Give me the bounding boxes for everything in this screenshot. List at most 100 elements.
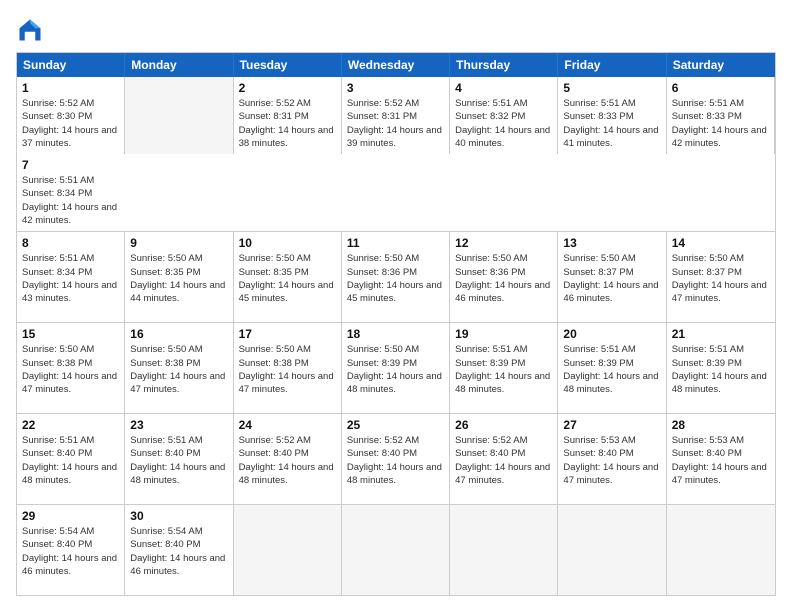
col-header-tuesday: Tuesday xyxy=(234,53,342,77)
day-info: Sunrise: 5:51 AMSunset: 8:32 PMDaylight:… xyxy=(455,97,552,150)
calendar-cell-empty-3-3 xyxy=(342,505,450,595)
day-number: 3 xyxy=(347,81,444,95)
calendar-cell-7: 7 Sunrise: 5:51 AMSunset: 8:34 PMDaylight… xyxy=(17,154,125,231)
calendar-cell-14: 14 Sunrise: 5:50 AMSunset: 8:37 PMDayligh… xyxy=(667,232,775,322)
day-number: 18 xyxy=(347,327,444,341)
calendar-cell-24: 24Sunrise: 5:52 AMSunset: 8:40 PMDayligh… xyxy=(234,414,342,504)
calendar-cell-3: 3 Sunrise: 5:52 AMSunset: 8:31 PMDaylight… xyxy=(342,77,450,154)
day-info: Sunrise: 5:52 AMSunset: 8:40 PMDaylight:… xyxy=(455,434,552,487)
day-number: 30 xyxy=(130,509,227,523)
day-info: Sunrise: 5:50 AMSunset: 8:37 PMDaylight:… xyxy=(672,252,770,305)
day-info: Sunrise: 5:51 AMSunset: 8:33 PMDaylight:… xyxy=(563,97,660,150)
day-number: 13 xyxy=(563,236,660,250)
day-number: 16 xyxy=(130,327,227,341)
day-number: 10 xyxy=(239,236,336,250)
day-info: Sunrise: 5:50 AMSunset: 8:39 PMDaylight:… xyxy=(347,343,444,396)
calendar-cell-15: 15 Sunrise: 5:50 AMSunset: 8:38 PMDayligh… xyxy=(17,323,125,413)
day-info: Sunrise: 5:51 AMSunset: 8:40 PMDaylight:… xyxy=(130,434,227,487)
logo xyxy=(16,16,48,44)
day-info: Sunrise: 5:51 AMSunset: 8:34 PMDaylight:… xyxy=(22,174,120,227)
calendar-cell-4: 4 Sunrise: 5:51 AMSunset: 8:32 PMDaylight… xyxy=(450,77,558,154)
day-info: Sunrise: 5:51 AMSunset: 8:39 PMDaylight:… xyxy=(455,343,552,396)
calendar-cell-18: 18 Sunrise: 5:50 AMSunset: 8:39 PMDayligh… xyxy=(342,323,450,413)
calendar-row-week2: 15 Sunrise: 5:50 AMSunset: 8:38 PMDayligh… xyxy=(17,323,775,414)
calendar-cell-16: 16 Sunrise: 5:50 AMSunset: 8:38 PMDayligh… xyxy=(125,323,233,413)
day-info: Sunrise: 5:52 AMSunset: 8:31 PMDaylight:… xyxy=(347,97,444,150)
day-info: Sunrise: 5:54 AMSunset: 8:40 PMDaylight:… xyxy=(22,525,119,578)
col-header-sunday: Sunday xyxy=(17,53,125,77)
calendar-cell-10: 10 Sunrise: 5:50 AMSunset: 8:35 PMDayligh… xyxy=(234,232,342,322)
calendar-cell-8: 8 Sunrise: 5:51 AMSunset: 8:34 PMDaylight… xyxy=(17,232,125,322)
calendar-cell-2: 2 Sunrise: 5:52 AMSunset: 8:31 PMDaylight… xyxy=(234,77,342,154)
calendar-cell-empty-3-2 xyxy=(234,505,342,595)
day-info: Sunrise: 5:50 AMSunset: 8:38 PMDaylight:… xyxy=(22,343,119,396)
day-info: Sunrise: 5:54 AMSunset: 8:40 PMDaylight:… xyxy=(130,525,227,578)
day-number: 21 xyxy=(672,327,770,341)
calendar-cell-empty-3-6 xyxy=(667,505,775,595)
calendar-cell-empty-0 xyxy=(125,77,233,154)
calendar-cell-17: 17Sunrise: 5:50 AMSunset: 8:38 PMDayligh… xyxy=(234,323,342,413)
calendar-row-week4: 29 Sunrise: 5:54 AMSunset: 8:40 PMDayligh… xyxy=(17,505,775,595)
calendar-cell-9: 9 Sunrise: 5:50 AMSunset: 8:35 PMDaylight… xyxy=(125,232,233,322)
calendar-cell-empty-3-5 xyxy=(558,505,666,595)
day-number: 12 xyxy=(455,236,552,250)
day-number: 4 xyxy=(455,81,552,95)
day-number: 5 xyxy=(563,81,660,95)
calendar-cell-1: 1 Sunrise: 5:52 AMSunset: 8:30 PMDaylight… xyxy=(17,77,125,154)
calendar-body: 1 Sunrise: 5:52 AMSunset: 8:30 PMDaylight… xyxy=(17,77,775,595)
calendar-page: SundayMondayTuesdayWednesdayThursdayFrid… xyxy=(0,0,792,612)
calendar-cell-30: 30 Sunrise: 5:54 AMSunset: 8:40 PMDayligh… xyxy=(125,505,233,595)
calendar-cell-23: 23 Sunrise: 5:51 AMSunset: 8:40 PMDayligh… xyxy=(125,414,233,504)
calendar-cell-5: 5 Sunrise: 5:51 AMSunset: 8:33 PMDaylight… xyxy=(558,77,666,154)
col-header-friday: Friday xyxy=(558,53,666,77)
day-info: Sunrise: 5:50 AMSunset: 8:36 PMDaylight:… xyxy=(347,252,444,305)
col-header-saturday: Saturday xyxy=(667,53,775,77)
day-number: 23 xyxy=(130,418,227,432)
day-number: 26 xyxy=(455,418,552,432)
col-header-wednesday: Wednesday xyxy=(342,53,450,77)
day-info: Sunrise: 5:51 AMSunset: 8:39 PMDaylight:… xyxy=(563,343,660,396)
calendar-cell-6: 6 Sunrise: 5:51 AMSunset: 8:33 PMDaylight… xyxy=(667,77,775,154)
day-info: Sunrise: 5:51 AMSunset: 8:34 PMDaylight:… xyxy=(22,252,119,305)
calendar-cell-12: 12 Sunrise: 5:50 AMSunset: 8:36 PMDayligh… xyxy=(450,232,558,322)
day-number: 27 xyxy=(563,418,660,432)
day-number: 29 xyxy=(22,509,119,523)
day-info: Sunrise: 5:52 AMSunset: 8:31 PMDaylight:… xyxy=(239,97,336,150)
day-info: Sunrise: 5:51 AMSunset: 8:33 PMDaylight:… xyxy=(672,97,769,150)
calendar-header: SundayMondayTuesdayWednesdayThursdayFrid… xyxy=(17,53,775,77)
calendar-cell-28: 28 Sunrise: 5:53 AMSunset: 8:40 PMDayligh… xyxy=(667,414,775,504)
day-info: Sunrise: 5:50 AMSunset: 8:35 PMDaylight:… xyxy=(239,252,336,305)
calendar: SundayMondayTuesdayWednesdayThursdayFrid… xyxy=(16,52,776,596)
day-number: 8 xyxy=(22,236,119,250)
day-number: 15 xyxy=(22,327,119,341)
day-number: 9 xyxy=(130,236,227,250)
calendar-cell-20: 20 Sunrise: 5:51 AMSunset: 8:39 PMDayligh… xyxy=(558,323,666,413)
day-number: 2 xyxy=(239,81,336,95)
day-info: Sunrise: 5:53 AMSunset: 8:40 PMDaylight:… xyxy=(672,434,770,487)
page-header xyxy=(16,16,776,44)
day-number: 11 xyxy=(347,236,444,250)
day-info: Sunrise: 5:50 AMSunset: 8:38 PMDaylight:… xyxy=(130,343,227,396)
calendar-cell-29: 29 Sunrise: 5:54 AMSunset: 8:40 PMDayligh… xyxy=(17,505,125,595)
day-info: Sunrise: 5:50 AMSunset: 8:37 PMDaylight:… xyxy=(563,252,660,305)
calendar-cell-19: 19Sunrise: 5:51 AMSunset: 8:39 PMDayligh… xyxy=(450,323,558,413)
day-number: 1 xyxy=(22,81,119,95)
day-info: Sunrise: 5:53 AMSunset: 8:40 PMDaylight:… xyxy=(563,434,660,487)
calendar-cell-27: 27 Sunrise: 5:53 AMSunset: 8:40 PMDayligh… xyxy=(558,414,666,504)
day-info: Sunrise: 5:50 AMSunset: 8:35 PMDaylight:… xyxy=(130,252,227,305)
day-number: 6 xyxy=(672,81,769,95)
day-info: Sunrise: 5:52 AMSunset: 8:40 PMDaylight:… xyxy=(239,434,336,487)
day-number: 28 xyxy=(672,418,770,432)
day-info: Sunrise: 5:52 AMSunset: 8:30 PMDaylight:… xyxy=(22,97,119,150)
calendar-cell-empty-3-4 xyxy=(450,505,558,595)
logo-icon xyxy=(16,16,44,44)
col-header-monday: Monday xyxy=(125,53,233,77)
day-number: 7 xyxy=(22,158,120,172)
day-number: 14 xyxy=(672,236,770,250)
calendar-cell-11: 11 Sunrise: 5:50 AMSunset: 8:36 PMDayligh… xyxy=(342,232,450,322)
day-info: Sunrise: 5:50 AMSunset: 8:36 PMDaylight:… xyxy=(455,252,552,305)
col-header-thursday: Thursday xyxy=(450,53,558,77)
calendar-cell-22: 22Sunrise: 5:51 AMSunset: 8:40 PMDayligh… xyxy=(17,414,125,504)
calendar-row-week1: 8 Sunrise: 5:51 AMSunset: 8:34 PMDaylight… xyxy=(17,232,775,323)
day-number: 20 xyxy=(563,327,660,341)
